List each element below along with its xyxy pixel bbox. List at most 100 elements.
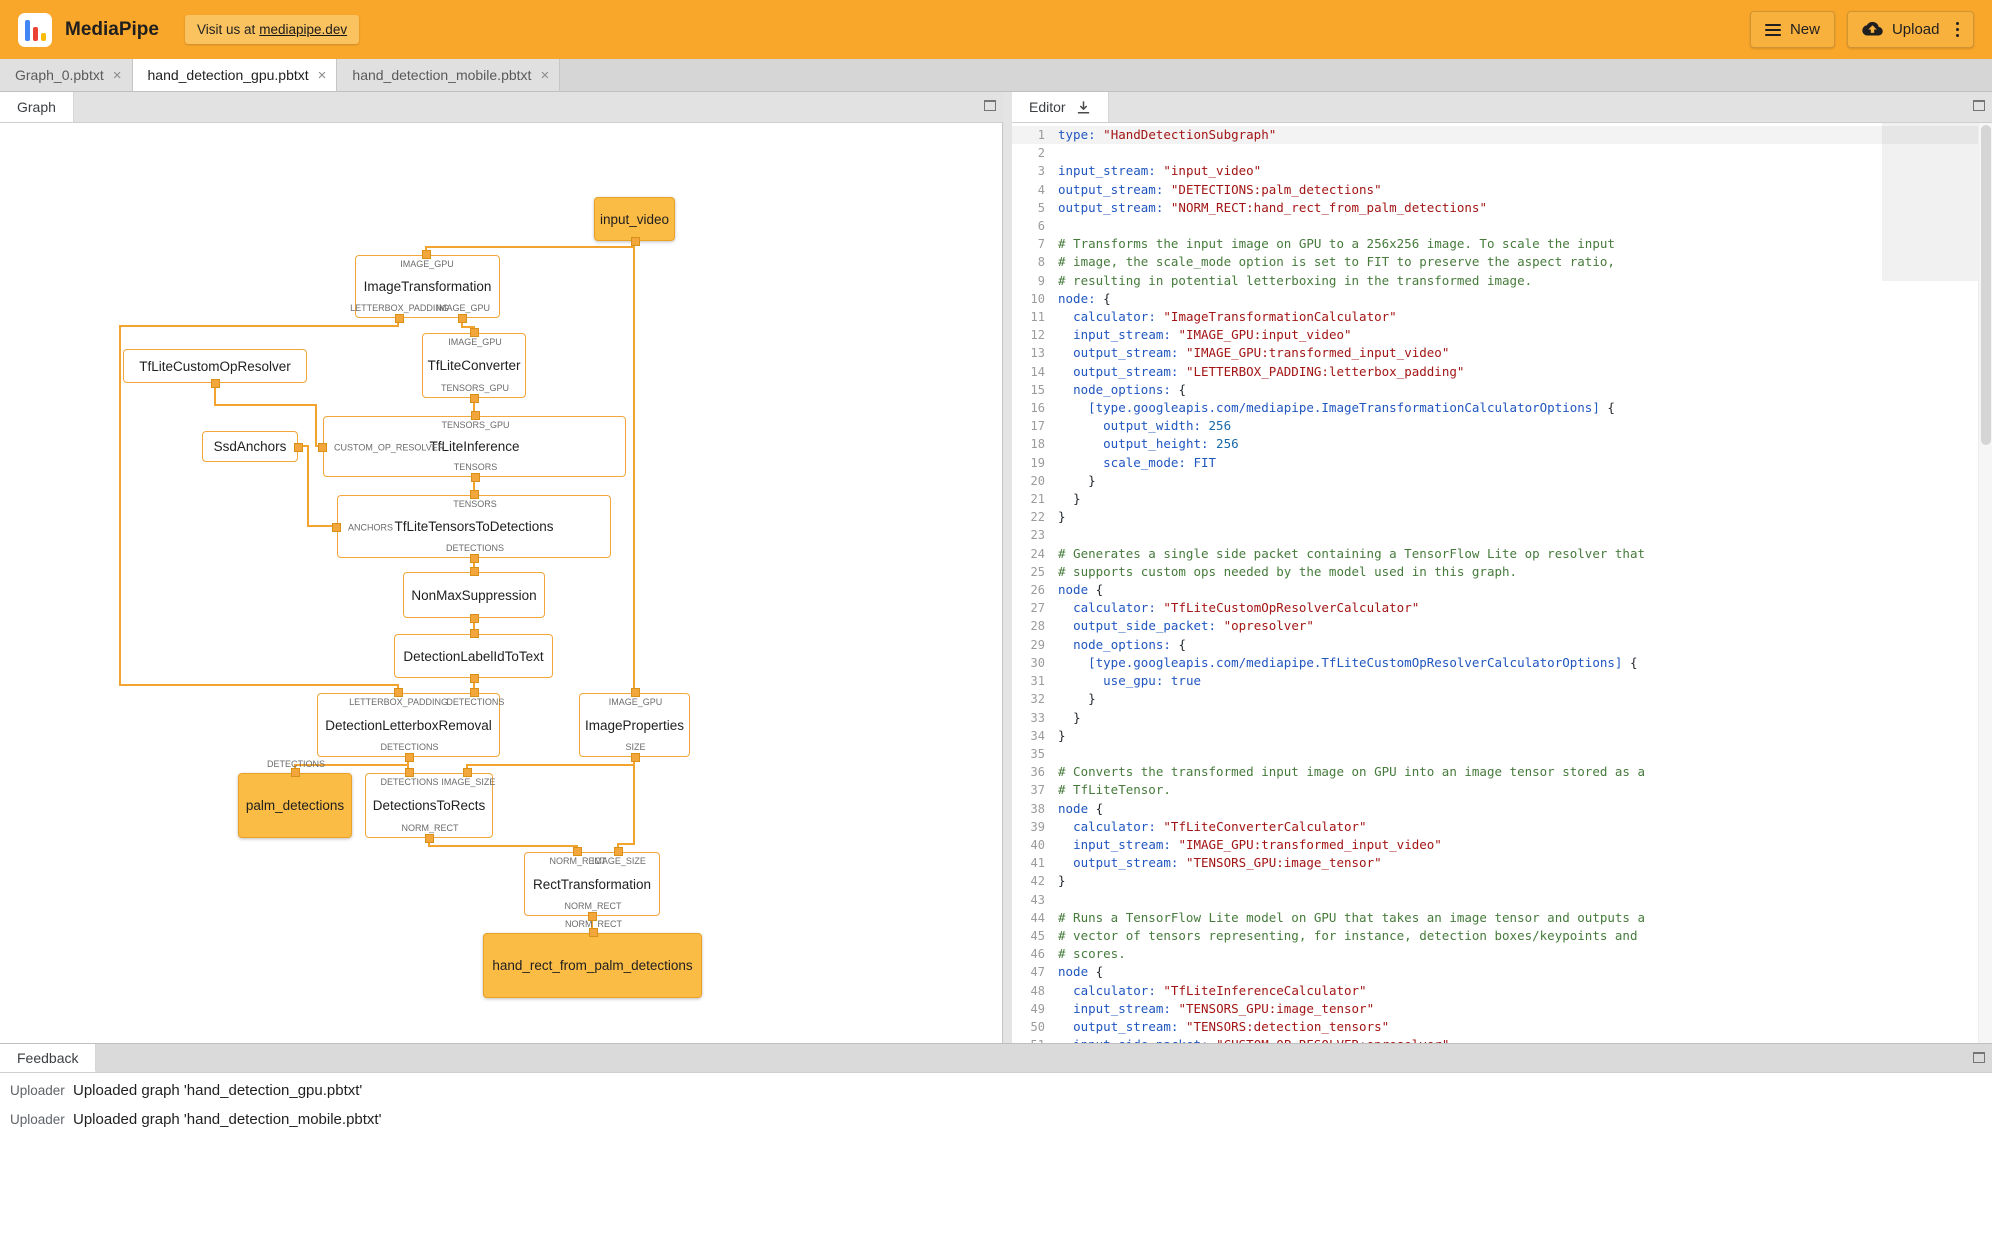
code-line-33[interactable]: 33 } xyxy=(1012,709,1992,727)
graph-node-DetectionLabelIdToText[interactable]: DetectionLabelIdToText xyxy=(394,629,553,683)
code-line-16[interactable]: 16 [type.googleapis.com/mediapipe.ImageT… xyxy=(1012,399,1992,417)
graph-node-RectTransformation[interactable]: RectTransformation NORM_RECT IMAGE_SIZE NOR… xyxy=(524,847,660,921)
file-tab-hand_detection_mobile.pbtxt[interactable]: hand_detection_mobile.pbtxt × xyxy=(337,59,561,91)
code-line-4[interactable]: 4 output_stream: "DETECTIONS:palm_detecti… xyxy=(1012,181,1992,199)
upload-button[interactable]: Upload xyxy=(1846,11,1974,48)
code-line-7[interactable]: 7 # Transforms the input image on GPU to … xyxy=(1012,235,1992,253)
feedback-tab[interactable]: Feedback xyxy=(0,1044,97,1072)
code-line-48[interactable]: 48 calculator: "TfLiteInferenceCalculato… xyxy=(1012,982,1992,1000)
code-line-24[interactable]: 24 # Generates a single side packet conta… xyxy=(1012,545,1992,563)
graph-node-ImageTransformation[interactable]: ImageTransformation IMAGE_GPU LETTERBOX_PA… xyxy=(350,250,500,323)
expand-editor-panel-icon[interactable] xyxy=(1973,100,1985,111)
code-line-17[interactable]: 17 output_width: 256 xyxy=(1012,417,1992,435)
code-line-46[interactable]: 46 # scores. xyxy=(1012,945,1992,963)
code-line-36[interactable]: 36 # Converts the transformed input image… xyxy=(1012,763,1992,781)
graph-edge xyxy=(617,757,635,853)
graph-node-NonMaxSuppression[interactable]: NonMaxSuppression xyxy=(403,567,545,623)
code-line-41[interactable]: 41 output_stream: "TENSORS_GPU:image_ten… xyxy=(1012,854,1992,872)
line-number: 40 xyxy=(1030,837,1045,852)
upload-button-label: Upload xyxy=(1891,21,1940,38)
port xyxy=(588,928,598,937)
code-line-31[interactable]: 31 use_gpu: true xyxy=(1012,672,1992,690)
port xyxy=(318,442,327,452)
expand-feedback-panel-icon[interactable] xyxy=(1973,1052,1985,1063)
code-line-21[interactable]: 21 } xyxy=(1012,490,1992,508)
graph-node-hand_rect_from_palm_detections[interactable]: hand_rect_from_palm_detections NORM_RECT xyxy=(483,919,702,998)
node-title: RectTransformation xyxy=(532,876,652,892)
code-text: output_stream: "DETECTIONS:palm_detectio… xyxy=(1058,181,1382,197)
graph-tab[interactable]: Graph xyxy=(0,92,74,122)
file-tab-Graph_0.pbtxt[interactable]: Graph_0.pbtxt × xyxy=(0,59,133,91)
download-icon[interactable] xyxy=(1076,100,1091,115)
graph-node-input_video[interactable]: input_video xyxy=(594,197,675,246)
expand-graph-panel-icon[interactable] xyxy=(984,100,996,111)
code-line-18[interactable]: 18 output_height: 256 xyxy=(1012,435,1992,453)
graph-node-TfLiteCustomOpResolver[interactable]: TfLiteCustomOpResolver xyxy=(123,349,307,388)
code-line-14[interactable]: 14 output_stream: "LETTERBOX_PADDING:let… xyxy=(1012,363,1992,381)
code-line-11[interactable]: 11 calculator: "ImageTransformationCalcu… xyxy=(1012,308,1992,326)
code-line-28[interactable]: 28 output_side_packet: "opresolver" xyxy=(1012,617,1992,635)
code-line-10[interactable]: 10 node: { xyxy=(1012,290,1992,308)
code-line-34[interactable]: 34} xyxy=(1012,727,1992,745)
code-line-8[interactable]: 8 # image, the scale_mode option is set t… xyxy=(1012,253,1992,271)
port xyxy=(470,614,479,623)
graph-node-ImageProperties[interactable]: ImageProperties IMAGE_GPU SIZE xyxy=(579,688,690,762)
close-tab-icon[interactable]: × xyxy=(318,67,327,84)
code-line-47[interactable]: 47 node { xyxy=(1012,963,1992,981)
new-button[interactable]: New xyxy=(1749,11,1835,48)
code-line-43[interactable]: 43 xyxy=(1012,891,1992,909)
code-line-51[interactable]: 51 input_side_packet: "CUSTOM_OP_RESOLVE… xyxy=(1012,1036,1992,1043)
code-line-26[interactable]: 26 node { xyxy=(1012,581,1992,599)
code-line-9[interactable]: 9 # resulting in potential letterboxing i… xyxy=(1012,272,1992,290)
graph-node-TfLiteTensorsToDetections[interactable]: TfLiteTensorsToDetections TENSORS DETECTIO… xyxy=(332,490,611,563)
port-label: LETTERBOX_PADDING xyxy=(349,697,448,707)
close-tab-icon[interactable]: × xyxy=(540,67,549,84)
code-line-30[interactable]: 30 [type.googleapis.com/mediapipe.TfLite… xyxy=(1012,654,1992,672)
code-line-19[interactable]: 19 scale_mode: FIT xyxy=(1012,454,1992,472)
code-line-29[interactable]: 29 node_options: { xyxy=(1012,636,1992,654)
code-line-42[interactable]: 42} xyxy=(1012,872,1992,890)
code-line-23[interactable]: 23 xyxy=(1012,526,1992,544)
editor-scrollbar[interactable] xyxy=(1978,123,1992,1043)
code-line-13[interactable]: 13 output_stream: "IMAGE_GPU:transformed… xyxy=(1012,344,1992,362)
code-line-35[interactable]: 35 xyxy=(1012,745,1992,763)
code-line-20[interactable]: 20 } xyxy=(1012,472,1992,490)
code-line-32[interactable]: 32 } xyxy=(1012,690,1992,708)
code-line-38[interactable]: 38 node { xyxy=(1012,800,1992,818)
graph-node-palm_detections[interactable]: palm_detections DETECTIONS xyxy=(238,759,352,838)
code-line-2[interactable]: 2 xyxy=(1012,144,1992,162)
code-line-27[interactable]: 27 calculator: "TfLiteCustomOpResolverCa… xyxy=(1012,599,1992,617)
port xyxy=(422,250,432,259)
code-line-37[interactable]: 37 # TfLiteTensor. xyxy=(1012,781,1992,799)
code-line-15[interactable]: 15 node_options: { xyxy=(1012,381,1992,399)
code-line-5[interactable]: 5 output_stream: "NORM_RECT:hand_rect_fro… xyxy=(1012,199,1992,217)
code-text: } xyxy=(1058,509,1066,525)
close-tab-icon[interactable]: × xyxy=(113,67,122,84)
file-tab-hand_detection_gpu.pbtxt[interactable]: hand_detection_gpu.pbtxt × xyxy=(132,59,338,91)
code-line-45[interactable]: 45 # vector of tensors representing, for … xyxy=(1012,927,1992,945)
graph-node-DetectionsToRects[interactable]: DetectionsToRects DETECTIONS IMAGE_SIZE NOR… xyxy=(365,768,495,843)
code-line-22[interactable]: 22} xyxy=(1012,508,1992,526)
mediapipe-dev-link[interactable]: mediapipe.dev xyxy=(259,22,347,37)
code-line-40[interactable]: 40 input_stream: "IMAGE_GPU:transformed_… xyxy=(1012,836,1992,854)
graph-node-TfLiteConverter[interactable]: TfLiteConverter IMAGE_GPU TENSORS_GPU xyxy=(422,328,526,403)
code-editor[interactable]: 1 type: "HandDetectionSubgraph" 2 3 input_st… xyxy=(1012,123,1992,1043)
editor-tab[interactable]: Editor xyxy=(1012,92,1109,122)
editor-panel: Editor 1 type: "HandDetectionSubgraph" 2 3 i… xyxy=(1012,92,1992,1043)
minimap-slider[interactable] xyxy=(1882,123,1978,281)
code-line-3[interactable]: 3 input_stream: "input_video" xyxy=(1012,162,1992,180)
code-line-6[interactable]: 6 xyxy=(1012,217,1992,235)
graph-node-TfLiteInference[interactable]: TfLiteInference TENSORS_GPU TENSORS CUSTOM_… xyxy=(318,411,626,482)
more-options-icon[interactable] xyxy=(1955,21,1959,38)
graph-node-DetectionLetterboxRemoval[interactable]: DetectionLetterboxRemoval LETTERBOX_PADDI… xyxy=(317,688,504,762)
code-line-39[interactable]: 39 calculator: "TfLiteConverterCalculato… xyxy=(1012,818,1992,836)
graph-node-SsdAnchors[interactable]: SsdAnchors xyxy=(202,431,303,462)
code-line-1[interactable]: 1 type: "HandDetectionSubgraph" xyxy=(1012,126,1992,145)
code-line-25[interactable]: 25 # supports custom ops needed by the mo… xyxy=(1012,563,1992,581)
code-line-49[interactable]: 49 input_stream: "TENSORS_GPU:image_tens… xyxy=(1012,1000,1992,1018)
code-line-50[interactable]: 50 output_stream: "TENSORS:detection_ten… xyxy=(1012,1018,1992,1036)
editor-scrollbar-thumb[interactable] xyxy=(1981,125,1991,445)
code-line-44[interactable]: 44 # Runs a TensorFlow Lite model on GPU … xyxy=(1012,909,1992,927)
graph-canvas[interactable]: input_video ImageTransformation IMAGE_GPU L… xyxy=(0,123,1003,1043)
code-line-12[interactable]: 12 input_stream: "IMAGE_GPU:input_video" xyxy=(1012,326,1992,344)
